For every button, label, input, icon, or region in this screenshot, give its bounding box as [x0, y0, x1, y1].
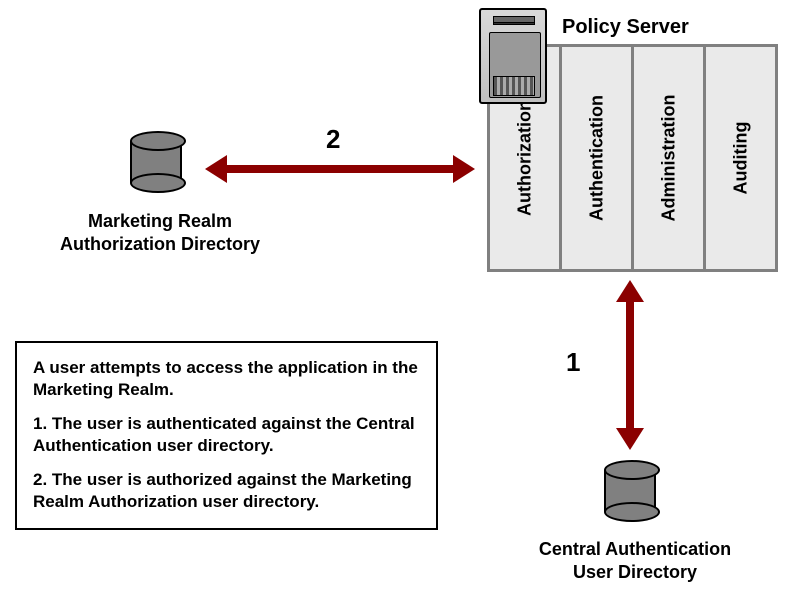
description-box: A user attempts to access the applicatio… [15, 341, 438, 530]
marketing-db-label-line2: Authorization Directory [35, 233, 285, 256]
central-auth-db-icon [604, 470, 656, 512]
arrow-2-number: 2 [326, 124, 340, 155]
central-auth-db-label-line2: User Directory [505, 561, 765, 584]
ps-col-authentication: Authentication [559, 47, 631, 269]
arrow-1-number: 1 [566, 347, 580, 378]
marketing-db-icon [130, 141, 182, 183]
desc-step2: 2. The user is authorized against the Ma… [33, 469, 420, 513]
central-auth-db-label: Central Authentication User Directory [505, 538, 765, 583]
marketing-db-label: Marketing Realm Authorization Directory [35, 210, 285, 255]
policy-server-title: Policy Server [562, 16, 689, 39]
central-auth-db-label-line1: Central Authentication [505, 538, 765, 561]
server-icon [479, 8, 547, 104]
ps-col-administration: Administration [631, 47, 703, 269]
desc-intro: A user attempts to access the applicatio… [33, 357, 420, 401]
arrow-2 [225, 165, 455, 173]
ps-col-auditing: Auditing [703, 47, 775, 269]
arrow-1 [626, 300, 634, 430]
desc-step1: 1. The user is authenticated against the… [33, 413, 420, 457]
marketing-db-label-line1: Marketing Realm [35, 210, 285, 233]
